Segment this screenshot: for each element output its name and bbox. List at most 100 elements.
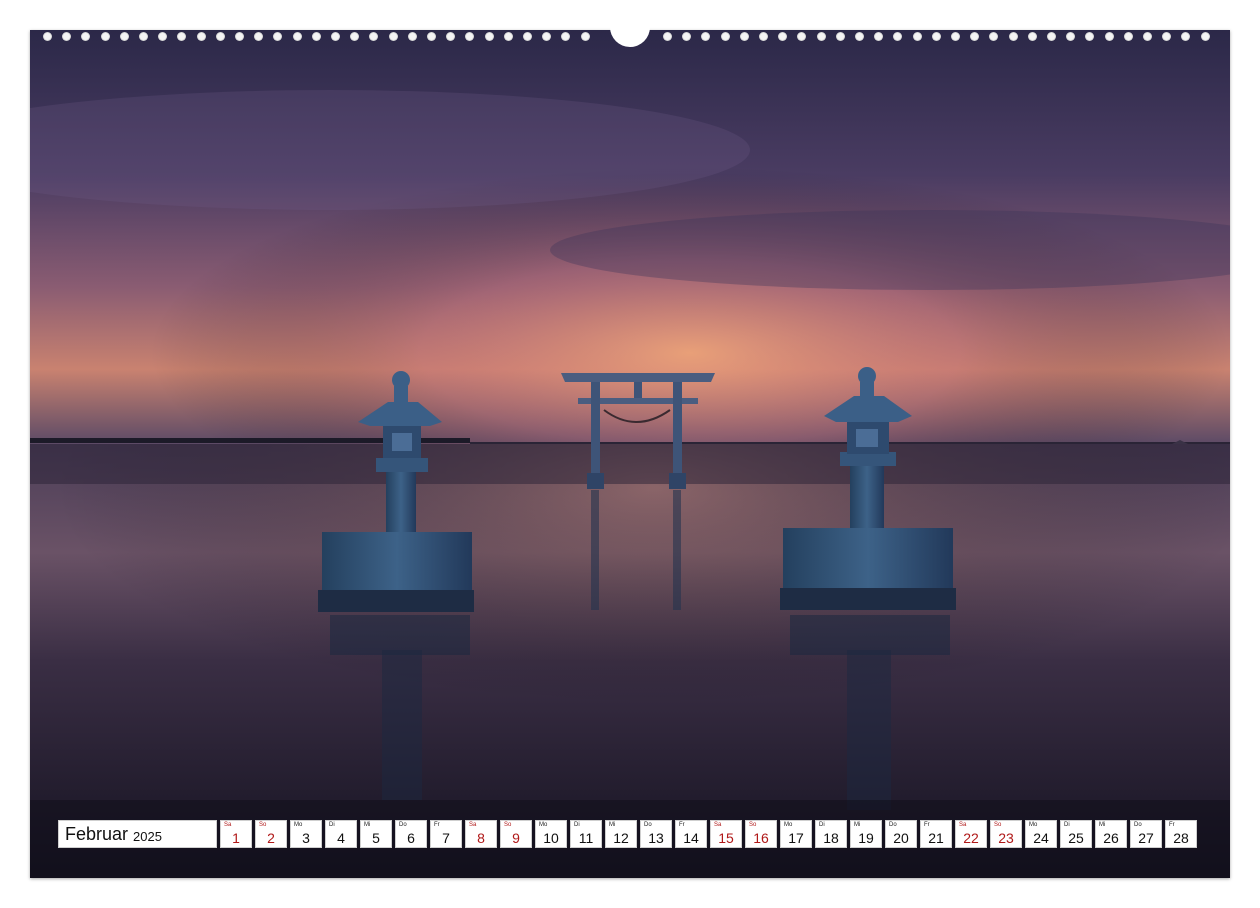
binding-ring [120,33,128,40]
day-number: 3 [302,830,310,846]
binding-ring [581,33,589,40]
binding-ring [702,33,710,40]
day-cell: Fr 14 [675,820,707,848]
day-cell: Di 4 [325,820,357,848]
binding-ring [485,33,493,40]
year-label: 2025 [133,828,162,844]
binding-ring [817,33,825,40]
month-name: Februar [65,823,129,844]
binding-ring [504,33,512,40]
binding-ring [913,33,921,40]
day-cell: Sa 1 [220,820,252,848]
binding-ring [543,33,551,40]
binding-ring [1028,33,1036,40]
weekday-abbrev: Sa [224,822,232,828]
day-cell: Mi 12 [605,820,637,848]
day-cell: So 2 [255,820,287,848]
binding-ring [63,33,71,40]
day-number: 10 [543,830,559,846]
binding-ring [389,33,397,40]
binding-ring [44,33,51,40]
binding-ring [721,33,729,40]
binding-ring [524,33,531,40]
day-cell: Mi 5 [360,820,392,848]
binding-ring [1124,33,1132,40]
weekday-abbrev: Fr [434,822,440,828]
binding-ring [1201,33,1209,40]
day-cell: So 23 [990,820,1022,848]
binding-ring [875,33,883,40]
binding-ring [836,33,844,40]
binding-ring [664,33,671,40]
weekday-abbrev: So [749,822,757,828]
binding-ring [82,33,90,40]
day-number: 18 [823,830,839,846]
binding-ring [779,33,787,40]
binding-ring [894,33,902,40]
day-cell: Fr 28 [1165,820,1197,848]
day-cell: Sa 15 [710,820,742,848]
day-cell: Mo 3 [290,820,322,848]
weekday-abbrev: Mi [364,822,371,828]
binding-ring [971,33,979,40]
binding-ring [236,33,243,40]
calendar-photo [30,30,1230,878]
binding-ring [466,33,474,40]
binding-ring [408,33,416,40]
day-number: 12 [613,830,629,846]
weekday-abbrev: Mi [609,822,616,828]
weekday-abbrev: Fr [924,822,930,828]
day-number: 7 [442,830,450,846]
day-number: 27 [1138,830,1154,846]
binding-ring [140,33,147,40]
day-cell: Mi 19 [850,820,882,848]
day-cell: Fr 21 [920,820,952,848]
weekday-abbrev: Do [644,822,652,828]
binding-ring [178,33,186,40]
day-number: 19 [858,830,874,846]
day-number: 8 [477,830,485,846]
weekday-abbrev: Mo [539,822,548,828]
weekday-abbrev: Di [1064,822,1070,828]
day-number: 17 [788,830,804,846]
binding-ring [293,33,301,40]
day-number: 26 [1103,830,1119,846]
binding-ring [1144,33,1151,40]
binding-ring [1086,33,1094,40]
weekday-abbrev: Di [819,822,825,828]
day-cell: Do 20 [885,820,917,848]
day-number: 24 [1033,830,1049,846]
day-number: 22 [963,830,979,846]
binding-ring [428,33,435,40]
binding-ring [952,33,959,40]
weekday-abbrev: Do [889,822,897,828]
month-label-cell: Februar 2025 [58,820,217,848]
binding-ring [332,33,339,40]
binding-ring [760,33,767,40]
binding-ring [932,33,940,40]
day-cell: Sa 22 [955,820,987,848]
day-number: 6 [407,830,415,846]
day-number: 11 [578,830,594,846]
day-number: 15 [718,830,734,846]
binding-ring [990,33,998,40]
weekday-abbrev: Do [399,822,407,828]
binding-ring [1048,33,1055,40]
binding-ring [447,33,455,40]
weekday-abbrev: Mi [854,822,861,828]
binding-ring [1163,33,1171,40]
torii-lake-scene [30,30,1230,878]
day-cell: Di 18 [815,820,847,848]
binding-ring [562,33,570,40]
weekday-abbrev: Mo [784,822,793,828]
binding-ring [255,33,263,40]
binding-ring [1067,33,1075,40]
binding-ring [312,33,320,40]
binding-ring [351,33,359,40]
binding-ring [101,33,109,40]
weekday-abbrev: Di [574,822,580,828]
binding-ring [683,33,691,40]
calendar-strip: Februar 2025 Sa 1 So 2 Mo 3 Di 4 Mi 5 Do 6 Fr 7 Sa 8 So 9… [58,820,1197,850]
day-number: 16 [753,830,769,846]
weekday-abbrev: So [259,822,267,828]
